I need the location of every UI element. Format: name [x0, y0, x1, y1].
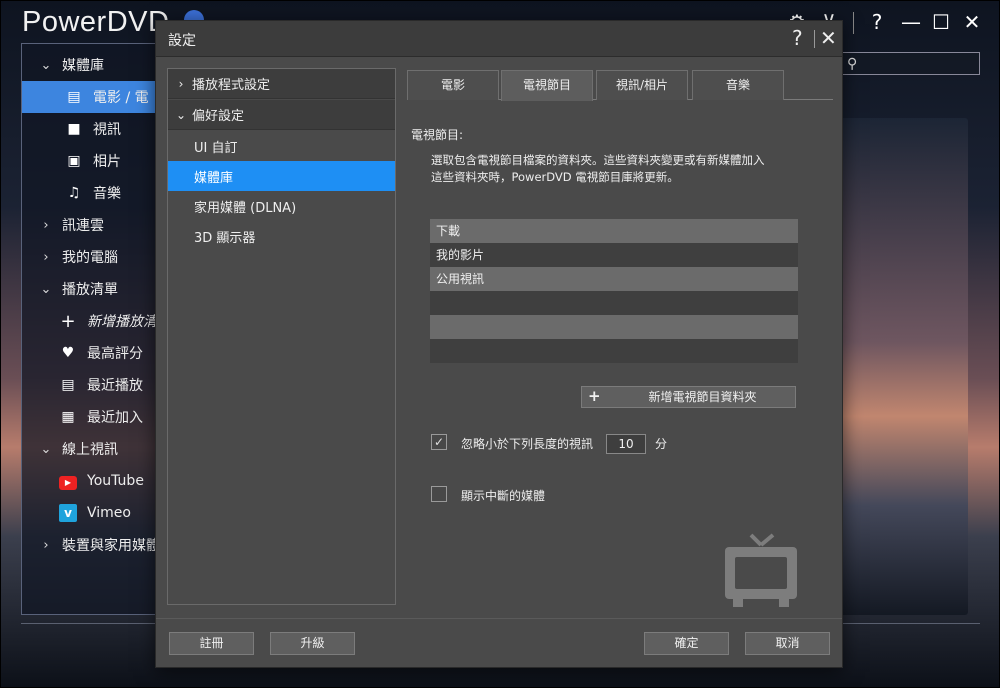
tv-icon [725, 533, 797, 607]
show-interrupted-checkbox[interactable] [431, 486, 447, 502]
add-folder-label: 新增電視節目資料夾 [648, 390, 757, 404]
film-icon: ▤ [67, 89, 81, 105]
youtube-icon: ▶ [58, 473, 78, 490]
chevron-right-icon: › [178, 76, 184, 91]
upgrade-button[interactable]: 升級 [270, 632, 355, 655]
sidebar-item-label: 訊連雲 [62, 218, 104, 234]
folder-list-item [430, 339, 798, 363]
sidebar-item-label: 裝置與家用媒體 [62, 538, 160, 554]
tab-video-photos[interactable]: 視訊/相片 [596, 70, 688, 100]
add-tv-folder-button[interactable]: + 新增電視節目資料夾 [581, 386, 796, 408]
cancel-button[interactable]: 取消 [745, 632, 830, 655]
media-thumbnail[interactable] [838, 118, 968, 615]
tv-shows-description: 選取包含電視節目檔案的資料夾。這些資料夾變更或有新媒體加入 這些資料夾時，Pow… [431, 152, 831, 186]
dialog-titlebar: 設定 ? ✕ [156, 21, 842, 57]
chevron-down-icon: ⌄ [40, 281, 52, 297]
app-help-icon[interactable]: ? [862, 8, 892, 36]
show-interrupted-label: 顯示中斷的媒體 [461, 489, 546, 503]
sidebar-item-label: 線上視訊 [62, 442, 118, 458]
folder-list-item[interactable]: 公用視訊 [430, 267, 798, 291]
tree-item-media-library[interactable]: 媒體庫 [168, 161, 395, 191]
plus-icon: + [588, 387, 601, 405]
tree-item-home-media-dlna[interactable]: 家用媒體 (DLNA) [168, 191, 395, 221]
ignore-short-videos-label: 忽略小於下列長度的視訊 [461, 437, 594, 451]
chevron-right-icon: › [43, 217, 49, 233]
ok-button[interactable]: 確定 [644, 632, 729, 655]
recent-play-icon: ▤ [61, 377, 75, 393]
folder-list: 下載 我的影片 公用視訊 [430, 219, 798, 363]
app-title: PowerDVD [22, 6, 170, 38]
dialog-footer-divider [156, 618, 842, 619]
app-maximize-button[interactable]: ☐ [926, 8, 956, 36]
tree-item-ui-customization[interactable]: UI 自訂 [168, 131, 395, 161]
tab-movies[interactable]: 電影 [407, 70, 499, 100]
folder-list-item[interactable]: 下載 [430, 219, 798, 243]
library-search-input[interactable]: ⚲ [838, 52, 980, 75]
sidebar-item-label: 媒體庫 [62, 58, 104, 74]
ignore-short-videos-checkbox[interactable]: ✓ [431, 434, 447, 450]
sidebar-item-label: 最近播放 [87, 378, 143, 394]
tab-tv-shows[interactable]: 電視節目 [501, 70, 593, 101]
tree-section-player-settings[interactable]: › 播放程式設定 [168, 69, 395, 99]
tree-item-label: 家用媒體 (DLNA) [194, 200, 297, 216]
description-line: 這些資料夾時，PowerDVD 電視節目庫將更新。 [431, 170, 679, 184]
sidebar-item-label: 播放清單 [62, 282, 118, 298]
vimeo-icon: v [58, 504, 78, 522]
min-length-input[interactable]: 10 [606, 434, 646, 454]
plus-icon: + [60, 310, 76, 332]
dialog-help-icon[interactable]: ? [792, 26, 803, 50]
tree-item-label: 播放程式設定 [192, 78, 271, 93]
tree-item-label: UI 自訂 [194, 140, 238, 156]
chevron-right-icon: › [43, 249, 49, 265]
folder-list-item [430, 315, 798, 339]
search-icon: ⚲ [847, 56, 858, 72]
sidebar-item-label: 相片 [93, 154, 121, 170]
sidebar-item-label: 電影 / 電 [93, 90, 149, 106]
tree-item-label: 媒體庫 [194, 170, 234, 186]
tab-music[interactable]: 音樂 [692, 70, 784, 100]
titlebar-separator [853, 12, 854, 34]
chevron-down-icon: ⌄ [175, 107, 187, 122]
chevron-down-icon: ⌄ [40, 57, 52, 73]
chevron-right-icon: › [43, 537, 49, 553]
recent-add-icon: ▦ [61, 409, 75, 425]
music-note-icon: ♫ [67, 185, 81, 201]
tree-item-3d-display[interactable]: 3D 顯示器 [168, 221, 395, 251]
dialog-title: 設定 [168, 33, 196, 49]
sidebar-item-label: 我的電腦 [62, 250, 118, 266]
folder-list-item[interactable]: 我的影片 [430, 243, 798, 267]
sidebar-item-label: 新增播放清 [87, 314, 157, 330]
app-minimize-button[interactable]: — [896, 8, 926, 36]
library-tabs: 電影 電視節目 視訊/相片 音樂 [407, 70, 833, 101]
sidebar-item-label: 音樂 [93, 186, 121, 202]
photo-icon: ▣ [67, 153, 81, 169]
tree-item-label: 偏好設定 [192, 109, 245, 124]
min-length-unit: 分 [655, 437, 668, 451]
sidebar-item-label: Vimeo [87, 505, 131, 521]
sidebar-item-label: 視訊 [93, 122, 121, 138]
chevron-down-icon: ⌄ [40, 441, 52, 457]
sidebar-item-label: 最高評分 [87, 346, 143, 362]
tree-section-preferences[interactable]: ⌄ 偏好設定 [168, 100, 395, 130]
sidebar-item-label: 最近加入 [87, 410, 143, 426]
dialog-close-icon[interactable]: ✕ [820, 26, 837, 50]
video-camera-icon: ■ [67, 121, 81, 137]
folder-list-item [430, 291, 798, 315]
checkmark-icon: ✓ [433, 435, 445, 449]
settings-tree: › 播放程式設定 ⌄ 偏好設定 UI 自訂 媒體庫 家用媒體 (DLNA) 3D 顯… [167, 68, 396, 605]
dialog-titlebar-separator [814, 30, 815, 48]
app-close-button[interactable]: ✕ [957, 8, 987, 36]
tv-shows-section-label: 電視節目: [411, 128, 464, 142]
sidebar-item-label: YouTube [87, 473, 144, 489]
heart-icon: ♥ [61, 345, 75, 361]
description-line: 選取包含電視節目檔案的資料夾。這些資料夾變更或有新媒體加入 [431, 153, 765, 167]
settings-dialog: 設定 ? ✕ › 播放程式設定 ⌄ 偏好設定 UI 自訂 媒體庫 家用媒體 (DLN… [155, 20, 843, 668]
register-button[interactable]: 註冊 [169, 632, 254, 655]
tree-item-label: 3D 顯示器 [194, 230, 256, 246]
